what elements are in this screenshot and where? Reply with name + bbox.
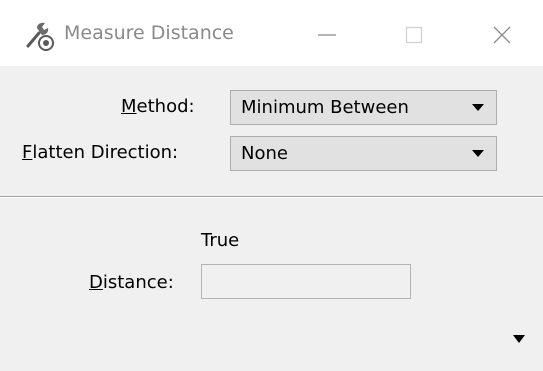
measure-distance-dialog: Measure Distance Method: Minimum Between… [0,0,543,371]
flatten-direction-label-mnemonic: F [22,142,33,163]
true-column-header: True [201,230,240,251]
minimize-button[interactable] [297,10,357,60]
method-label-mnemonic: M [121,96,137,117]
distance-field[interactable] [201,264,411,299]
flatten-direction-dropdown[interactable]: None [230,136,497,171]
flatten-direction-label: Flatten Direction: [22,142,178,163]
flatten-direction-label-text: latten Direction: [32,142,179,163]
method-label-text: ethod: [136,96,195,117]
method-dropdown-value: Minimum Between [241,97,409,118]
maximize-icon [405,26,423,44]
chevron-down-icon [472,150,484,157]
maximize-button [384,10,444,60]
chevron-down-icon [472,104,484,111]
distance-label-text: istance: [102,272,174,293]
section-divider [0,196,543,198]
method-dropdown[interactable]: Minimum Between [230,90,497,125]
close-icon [493,26,511,44]
minimize-icon [318,34,336,36]
measure-distance-app-icon [26,22,54,51]
title-bar[interactable]: Measure Distance [0,0,543,66]
close-button[interactable] [472,10,532,60]
distance-label-mnemonic: D [89,272,103,293]
window-title: Measure Distance [64,22,234,44]
flatten-direction-dropdown-value: None [241,143,288,164]
method-label: Method: [121,96,195,117]
expand-arrow-icon[interactable] [513,335,525,343]
distance-label: Distance: [89,272,174,293]
